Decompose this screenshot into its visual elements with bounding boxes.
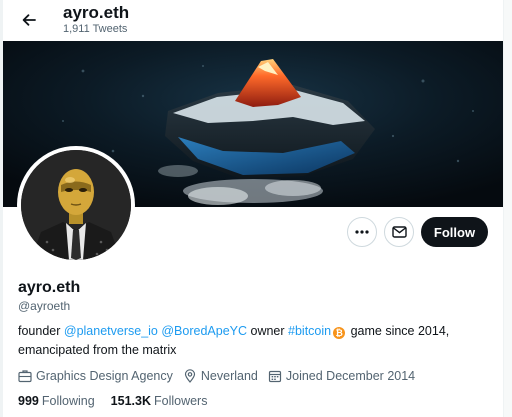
tweet-count: 1,911 Tweets xyxy=(63,23,128,35)
followers-link[interactable]: 151.3K Followers xyxy=(111,394,208,408)
meta-joined: Joined December 2014 xyxy=(268,369,415,383)
avatar-image xyxy=(21,150,131,260)
display-name: ayro.eth xyxy=(18,279,81,296)
bio-text: owner xyxy=(247,324,289,338)
more-horizontal-icon xyxy=(355,230,369,234)
briefcase-icon xyxy=(18,370,32,383)
meta-location: Neverland xyxy=(183,369,258,383)
meta-category-label: Graphics Design Agency xyxy=(36,369,173,383)
followers-count: 151.3K xyxy=(110,394,151,408)
bio-text-line-2: emancipated from the matrix xyxy=(18,343,177,357)
meta-joined-label: Joined December 2014 xyxy=(285,369,416,383)
following-link[interactable]: 999 Following xyxy=(18,394,95,408)
meta-location-label: Neverland xyxy=(200,369,258,383)
calendar-icon xyxy=(268,370,281,383)
bio-text: founder xyxy=(18,324,64,338)
profile-stats: 999 Following 151.3K Followers xyxy=(18,394,223,408)
following-label: Following xyxy=(41,394,95,408)
header-title: ayro.eth xyxy=(63,3,130,22)
bio-hashtag-bitcoin[interactable]: #bitcoin xyxy=(288,324,331,338)
following-count: 999 xyxy=(18,394,39,408)
meta-category: Graphics Design Agency xyxy=(18,369,173,383)
envelope-icon xyxy=(391,226,407,238)
bio-mention-boredapeyc[interactable]: @BoredApeYC xyxy=(161,324,247,338)
bitcoin-emoji: ₿ xyxy=(333,327,346,339)
right-scroll-gutter xyxy=(503,0,512,417)
avatar[interactable] xyxy=(17,146,135,264)
profile-header: ayro.eth 1,911 Tweets xyxy=(3,0,503,40)
profile-meta: Graphics Design Agency Neverland Joined … xyxy=(18,367,425,385)
bio-mention-planetverse[interactable]: @planetverse_io xyxy=(64,324,158,338)
bio: founder @planetverse_io @BoredApeYC owne… xyxy=(18,322,488,360)
arrow-left-icon xyxy=(22,14,36,26)
follow-button[interactable]: Follow xyxy=(421,217,488,247)
followers-label: Followers xyxy=(153,394,208,408)
bio-text: game since 2014, xyxy=(347,324,450,338)
back-button[interactable] xyxy=(15,6,43,34)
handle: @ayroeth xyxy=(18,299,71,313)
message-button[interactable] xyxy=(384,217,414,247)
location-pin-icon xyxy=(184,369,195,383)
more-button[interactable] xyxy=(347,217,377,247)
